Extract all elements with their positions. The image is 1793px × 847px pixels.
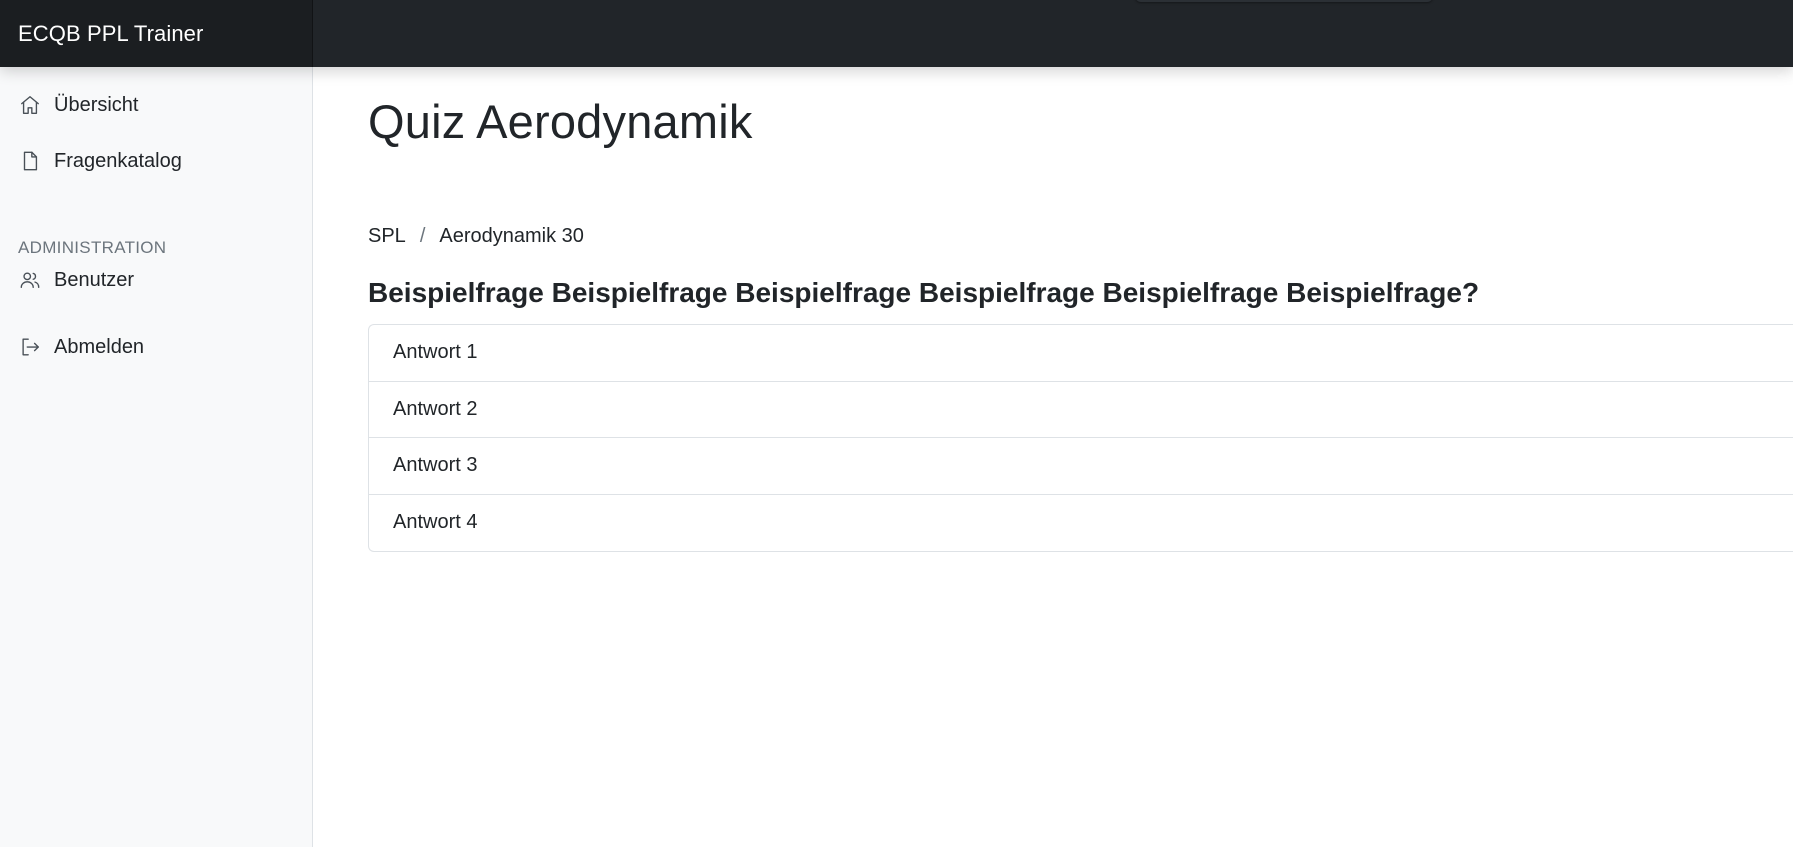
sidebar-item-logout[interactable]: Abmelden (18, 330, 144, 364)
answer-option[interactable]: Antwort 3 (369, 438, 1793, 495)
answer-option[interactable]: Antwort 4 (369, 495, 1793, 552)
brand-title: ECQB PPL Trainer (18, 20, 204, 46)
sidebar-item-users[interactable]: Benutzer (18, 263, 134, 297)
answer-option[interactable]: Antwort 1 (369, 325, 1793, 382)
logout-icon (18, 335, 42, 359)
main-content: Quiz Aerodynamik SPL / Aerodynamik 30 Be… (368, 67, 1793, 847)
question-text: Beispielfrage Beispielfrage Beispielfrag… (368, 277, 1480, 308)
top-navbar: ECQB PPL Trainer (0, 0, 1793, 67)
users-icon (18, 268, 42, 292)
sidebar: Übersicht Fragenkatalog ADMINISTRATION B… (0, 67, 313, 847)
sidebar-item-label: Abmelden (54, 335, 145, 358)
sidebar-item-label: Benutzer (54, 268, 135, 291)
brand-link[interactable]: ECQB PPL Trainer (0, 0, 313, 67)
sidebar-item-overview[interactable]: Übersicht (18, 88, 138, 122)
answer-list: Antwort 1 Antwort 2 Antwort 3 Antwort 4 (368, 324, 1793, 552)
sidebar-item-question-catalog[interactable]: Fragenkatalog (18, 144, 182, 178)
breadcrumb-item-category[interactable]: SPL (368, 225, 406, 248)
page-title: Quiz Aerodynamik (368, 95, 753, 148)
sidebar-item-label: Fragenkatalog (54, 149, 182, 172)
sidebar-item-label: Übersicht (54, 93, 139, 116)
breadcrumb-item-quiz: Aerodynamik 30 (439, 225, 584, 247)
breadcrumb: SPL / Aerodynamik 30 (368, 225, 584, 248)
answer-option[interactable]: Antwort 2 (369, 382, 1793, 438)
section-heading-administration: ADMINISTRATION (18, 238, 167, 257)
document-icon (18, 149, 42, 173)
search-input[interactable] (1135, 0, 1433, 2)
breadcrumb-separator: / (419, 225, 426, 247)
home-icon (18, 93, 42, 117)
